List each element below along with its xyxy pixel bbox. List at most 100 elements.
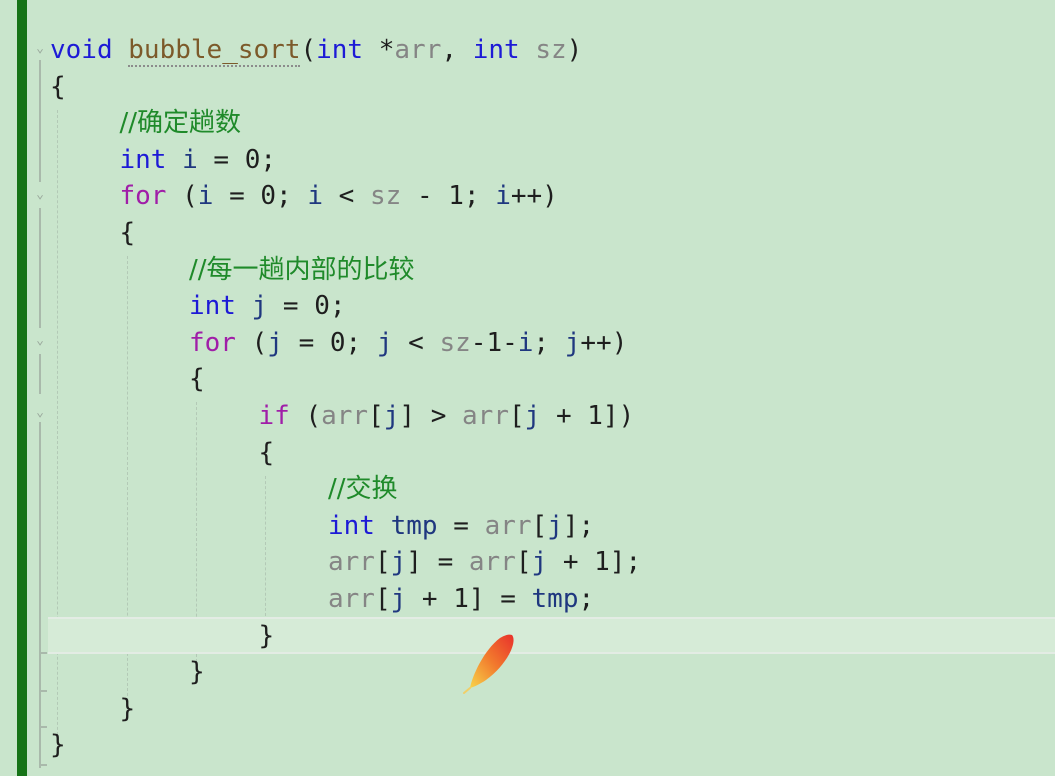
code-token: j (524, 401, 541, 431)
code-token: void (50, 35, 113, 65)
code-token: [ (374, 584, 391, 614)
code-token: int (472, 35, 520, 65)
code-token: arr (484, 510, 532, 541)
code-token: + 1] = (406, 584, 532, 614)
code-token: -1- (470, 327, 518, 358)
code-token: j (267, 327, 283, 358)
fold-chevron-icon[interactable]: ⌄ (33, 334, 47, 348)
code-token: j (564, 327, 581, 358)
code-token: int (119, 144, 167, 175)
code-token: arr (468, 547, 516, 578)
code-editor[interactable]: ⌄ ⌄ ⌄ ⌄ void bubble_sort(int *arr, int s… (0, 0, 1055, 776)
code-line[interactable]: } (259, 618, 275, 654)
code-token: int (328, 510, 375, 541)
code-token: = 0; (213, 181, 308, 212)
code-token: arr (462, 401, 509, 431)
code-token: tmp (531, 584, 579, 614)
outline-line (39, 60, 41, 182)
code-token: j (383, 401, 400, 431)
code-token: ] > (399, 401, 463, 431)
code-token: ]; (562, 510, 595, 541)
code-token: { (258, 437, 275, 468)
outline-tick (39, 652, 47, 654)
code-token: [ (509, 401, 525, 431)
code-token: arr (328, 547, 375, 578)
code-token: * (363, 35, 395, 65)
code-token: ++) (510, 181, 558, 212)
code-token: [ (374, 547, 391, 578)
code-token: { (119, 218, 136, 248)
code-token: - 1; (401, 181, 496, 212)
current-line-highlight (48, 617, 1055, 654)
code-line[interactable]: for (i = 0; i < sz - 1; i++) (120, 178, 558, 214)
fold-chevron-icon[interactable]: ⌄ (33, 42, 47, 56)
outline-tick (39, 764, 47, 766)
code-line[interactable]: arr[j + 1] = tmp; (328, 581, 594, 617)
code-line[interactable]: //交换 (328, 471, 398, 507)
code-token: j (376, 327, 393, 358)
code-token: int (316, 35, 364, 65)
code-line[interactable]: //确定趟数 (120, 105, 242, 141)
code-comment: //交换 (328, 474, 398, 505)
code-comment: //确定趟数 (119, 108, 242, 139)
fold-chevron-icon[interactable]: ⌄ (33, 188, 47, 202)
code-token: sz (369, 181, 402, 212)
code-token: j (531, 547, 548, 578)
outline-tick (39, 690, 47, 692)
code-line[interactable]: void bubble_sort(int *arr, int sz) (50, 32, 582, 68)
code-token: , (441, 35, 473, 65)
code-line[interactable]: { (259, 435, 275, 471)
code-token: [ (368, 401, 384, 431)
code-token: ] = (406, 547, 469, 578)
code-line[interactable]: } (189, 654, 205, 690)
code-line[interactable]: //每一趟内部的比较 (189, 252, 415, 288)
code-line[interactable]: if (arr[j] > arr[j + 1]) (259, 398, 635, 434)
code-line[interactable]: int i = 0; (120, 142, 277, 178)
code-token: ( (166, 181, 198, 212)
code-line[interactable]: { (120, 215, 136, 251)
code-token: = 0; (197, 144, 277, 175)
code-token: ( (235, 327, 268, 358)
code-line[interactable]: for (j = 0; j < sz-1-i; j++) (189, 325, 627, 361)
code-line[interactable]: int j = 0; (189, 288, 346, 324)
code-token: int (189, 291, 236, 322)
code-token: } (119, 693, 136, 724)
code-token: { (189, 364, 205, 395)
code-token: j (390, 584, 407, 614)
code-token: i (182, 144, 198, 175)
code-token: [ (531, 510, 548, 541)
code-line[interactable]: } (120, 691, 136, 727)
code-token: j (390, 547, 407, 578)
code-token: arr (321, 401, 369, 431)
code-token: j (547, 510, 563, 541)
code-line[interactable]: } (50, 727, 66, 763)
indent-guide (265, 476, 266, 616)
code-comment: //每一趟内部的比较 (189, 254, 415, 285)
code-token: ; (533, 327, 565, 358)
code-token: ( (289, 401, 322, 431)
code-line[interactable]: arr[j] = arr[j + 1]; (328, 544, 641, 580)
code-token: sz (535, 35, 567, 65)
code-line[interactable]: { (189, 361, 205, 397)
fold-chevron-icon[interactable]: ⌄ (33, 406, 47, 420)
code-line[interactable]: { (50, 69, 66, 105)
code-token: } (258, 620, 275, 651)
code-token: + 1]; (547, 547, 642, 578)
indent-guide (57, 110, 58, 750)
code-token: tmp (390, 510, 438, 541)
code-line[interactable]: int tmp = arr[j]; (328, 508, 594, 544)
code-token: arr (328, 584, 375, 614)
code-token: ) (566, 35, 583, 65)
outline-line (39, 354, 41, 394)
code-token: for (119, 181, 167, 212)
code-token: = 0; (282, 327, 377, 358)
code-token: for (189, 327, 236, 358)
outline-tick (39, 726, 47, 728)
code-token: sz (439, 327, 471, 358)
outline-line (39, 422, 41, 768)
code-token: ; (578, 584, 595, 614)
code-token: arr (394, 35, 442, 65)
